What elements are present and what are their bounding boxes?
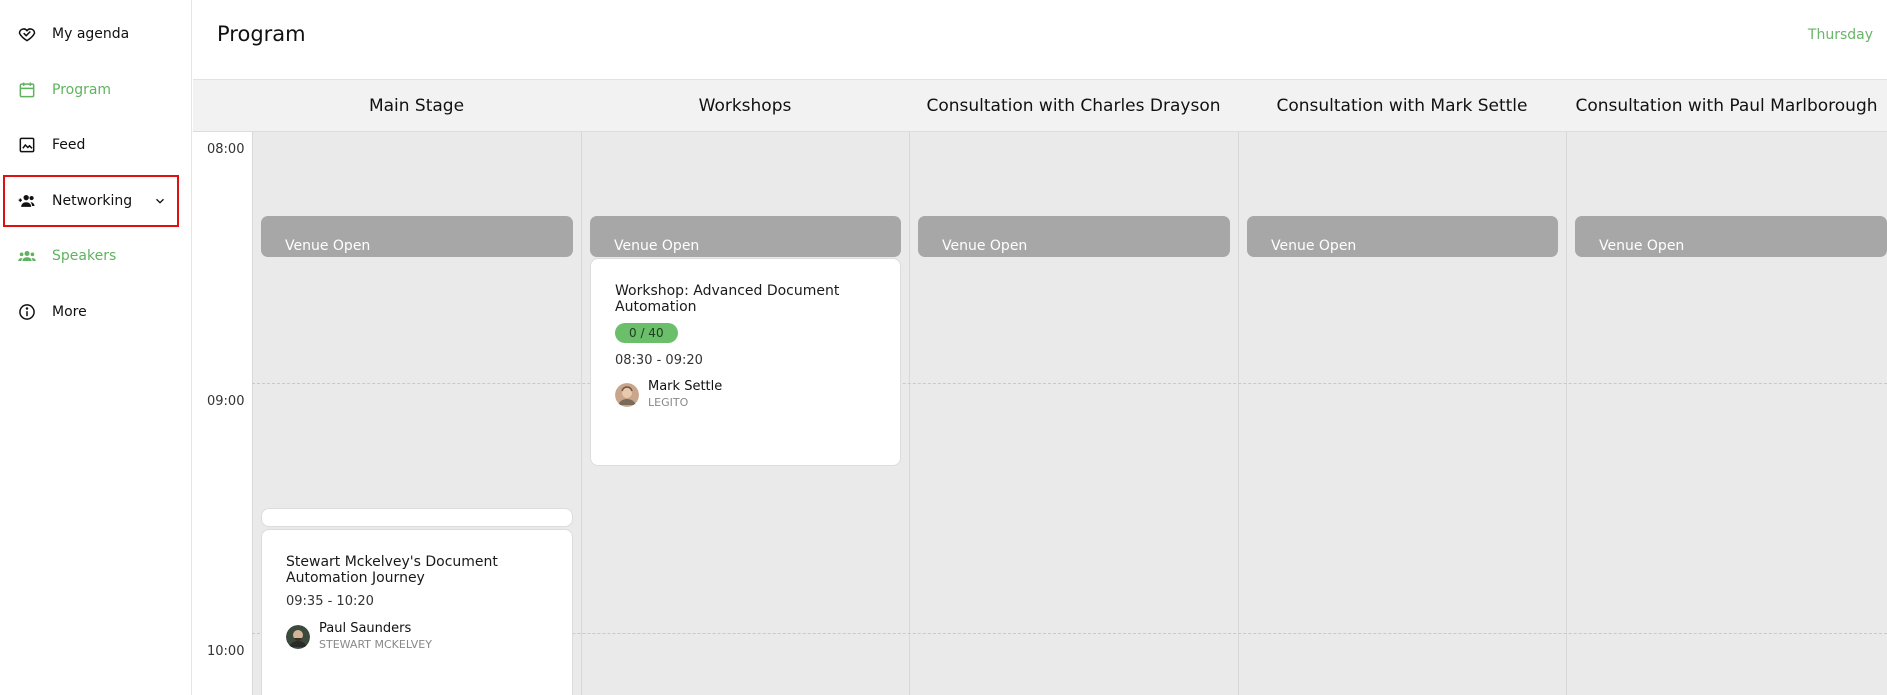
hour-divider	[252, 383, 1887, 384]
info-icon	[17, 302, 37, 322]
track-header-row: Main Stage Workshops Consultation with C…	[193, 80, 1887, 132]
sidebar-item-label: Networking	[52, 193, 133, 209]
day-selector[interactable]: Thursday	[1808, 27, 1873, 43]
sidebar-item-label: My agenda	[52, 26, 130, 42]
track-header-consultation-paul-marlborough: Consultation with Paul Marlborough	[1575, 96, 1878, 116]
schedule-grid: 08:00 09:00 10:00 Venue Open Venue Open …	[193, 132, 1887, 695]
track-header-workshops: Workshops	[698, 96, 792, 116]
sidebar-item-feed[interactable]: Feed	[0, 125, 192, 165]
time-label: 10:00	[207, 644, 245, 659]
venue-open-block[interactable]: Venue Open	[590, 216, 901, 257]
calendar-icon	[17, 80, 37, 100]
speaker-name: Mark Settle	[648, 379, 723, 394]
avatar	[286, 625, 310, 649]
session-card-workshop[interactable]: Workshop: Advanced Document Automation 0…	[590, 258, 901, 466]
venue-open-block[interactable]: Venue Open	[261, 216, 573, 257]
venue-open-block[interactable]: Venue Open	[1575, 216, 1887, 257]
time-label: 09:00	[207, 394, 245, 409]
venue-open-block[interactable]: Venue Open	[1247, 216, 1558, 257]
session-time: 08:30 - 09:20	[615, 353, 703, 368]
sidebar-item-label: More	[52, 304, 87, 320]
track-header-main-stage: Main Stage	[368, 96, 465, 116]
sidebar-item-program[interactable]: Program	[0, 70, 192, 110]
time-label: 08:00	[207, 142, 245, 157]
session-title: Stewart Mckelvey's Document Automation J…	[286, 554, 498, 586]
speaker-name: Paul Saunders	[319, 621, 412, 636]
session-title: Workshop: Advanced Document Automation	[615, 283, 840, 315]
capacity-badge: 0 / 40	[615, 323, 678, 343]
page-title: Program	[217, 22, 306, 46]
sidebar-item-label: Program	[52, 82, 112, 98]
avatar	[615, 383, 639, 407]
chevron-down-icon[interactable]	[153, 194, 167, 208]
session-card-empty[interactable]	[261, 508, 573, 527]
sidebar-item-more[interactable]: More	[0, 292, 192, 332]
speaker-info[interactable]: Mark Settle LEGITO	[615, 379, 722, 411]
time-axis: 08:00 09:00 10:00	[193, 132, 252, 695]
track-header-consultation-mark-settle: Consultation with Mark Settle	[1276, 96, 1528, 116]
sidebar-item-speakers[interactable]: Speakers	[0, 236, 192, 276]
sidebar-item-label: Speakers	[52, 248, 117, 264]
sidebar-item-networking[interactable]: Networking	[3, 175, 179, 227]
sidebar: My agenda Program Feed Networking Speake…	[0, 0, 192, 695]
venue-open-block[interactable]: Venue Open	[918, 216, 1230, 257]
session-card-main-stage[interactable]: Stewart Mckelvey's Document Automation J…	[261, 529, 573, 695]
track-header-consultation-charles-drayson: Consultation with Charles Drayson	[926, 96, 1221, 116]
sidebar-item-label: Feed	[52, 137, 86, 153]
group-icon	[17, 246, 37, 266]
image-icon	[17, 135, 37, 155]
page-header: Program Thursday	[193, 0, 1887, 80]
heart-icon	[17, 24, 37, 44]
speaker-org: LEGITO	[648, 396, 689, 409]
sidebar-item-my-agenda[interactable]: My agenda	[0, 14, 192, 54]
speaker-info[interactable]: Paul Saunders STEWART MCKELVEY	[286, 621, 432, 653]
session-time: 09:35 - 10:20	[286, 594, 374, 609]
people-add-icon	[17, 191, 37, 211]
speaker-org: STEWART MCKELVEY	[319, 638, 432, 651]
